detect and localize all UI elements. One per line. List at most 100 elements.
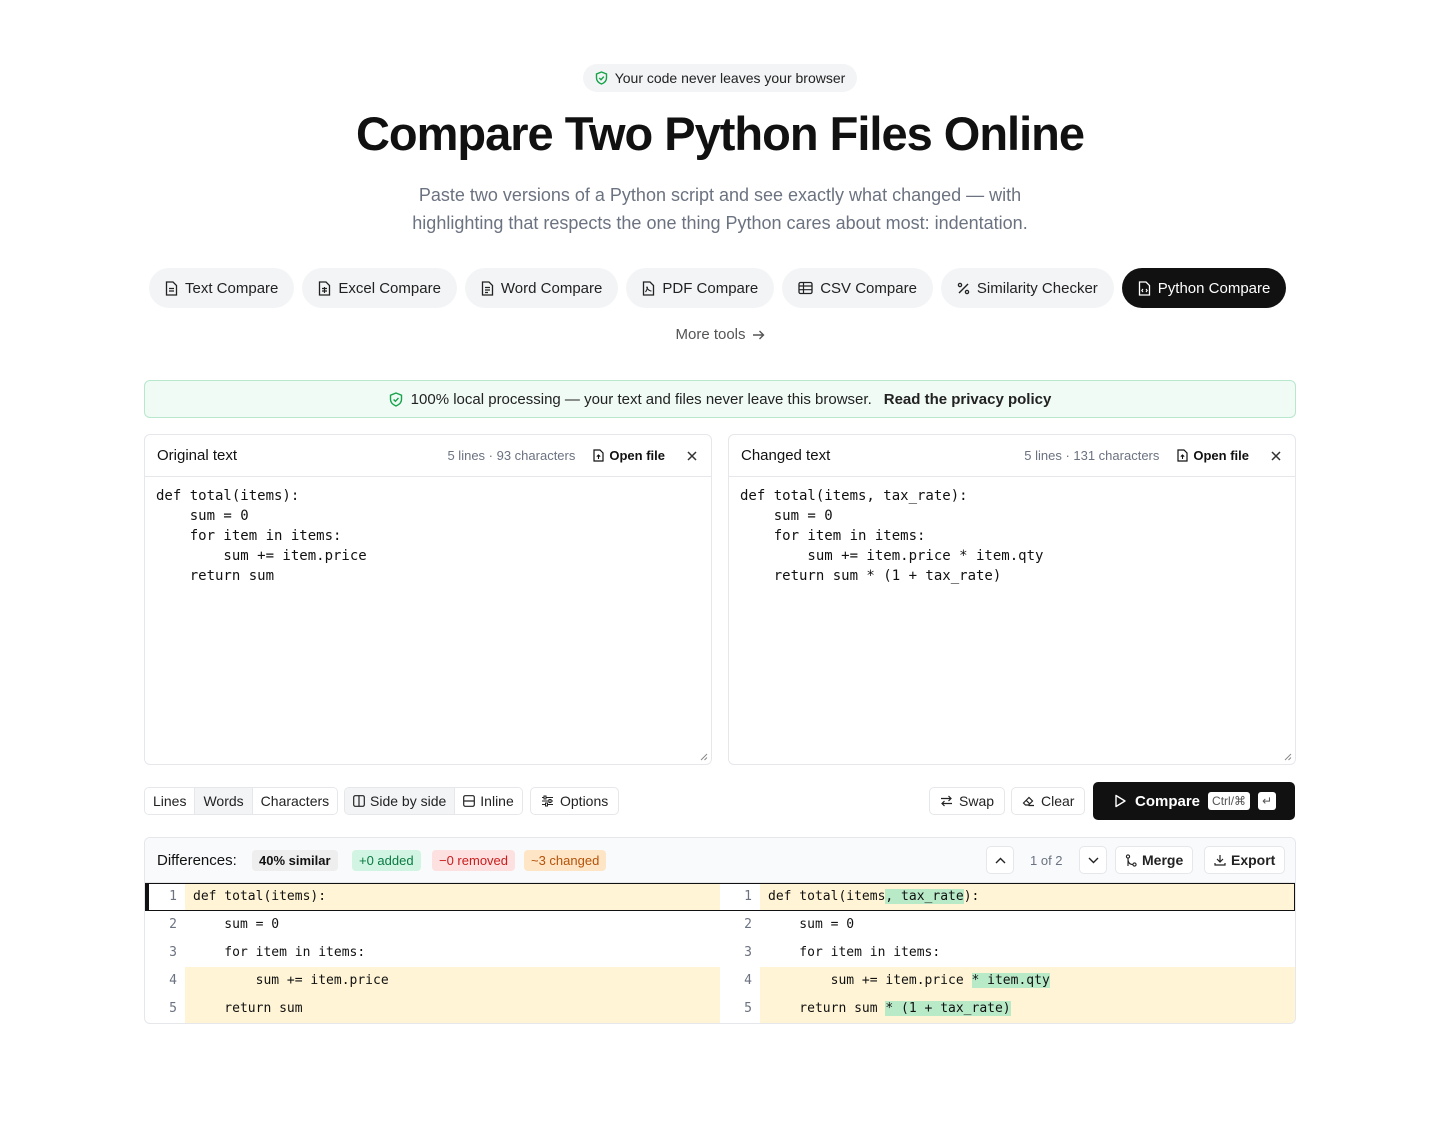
- line-text: return sum * (1 + tax_rate): [760, 995, 1295, 1023]
- file-spreadsheet-icon: [318, 280, 331, 296]
- diff-body: 1 def total(items): 2 sum = 03 for item in…: [145, 883, 1295, 1023]
- next-change-button[interactable]: [1079, 846, 1107, 874]
- line-text: sum = 0: [760, 911, 1295, 939]
- removed-badge: −0 removed: [432, 850, 516, 871]
- page-title: Compare Two Python Files Online: [355, 107, 1085, 160]
- tool-excel-compare[interactable]: Excel Compare: [302, 268, 457, 308]
- granularity-words[interactable]: Words: [195, 788, 253, 814]
- line-number: 2: [744, 917, 752, 932]
- line-text: def total(items):: [185, 883, 720, 911]
- open-file-label: Open file: [1193, 448, 1249, 463]
- line-number: 5: [744, 1001, 752, 1016]
- columns-icon: [353, 795, 365, 807]
- similarity-badge: 40% similar: [252, 850, 338, 871]
- badge-text: Your code never leaves your browser: [614, 70, 846, 86]
- shield-check-icon: [595, 71, 608, 85]
- open-file-button[interactable]: Open file: [593, 448, 665, 463]
- tool-label: PDF Compare: [662, 279, 759, 297]
- line-number: 5: [169, 1001, 177, 1016]
- granularity-characters[interactable]: Characters: [252, 788, 338, 814]
- line-text: sum += item.price: [185, 967, 720, 995]
- inserted-text: * item.qty: [971, 973, 1050, 988]
- original-panel: Original text 5 lines · 93 characters Op…: [144, 434, 712, 765]
- arrow-right-icon: [752, 329, 765, 341]
- privacy-text: 100% local processing — your text and fi…: [410, 390, 872, 408]
- diff-label: Differences:: [157, 852, 237, 869]
- view-inline[interactable]: Inline: [455, 788, 522, 814]
- line-segment: sum += item.price: [768, 973, 972, 988]
- privacy-notice: 100% local processing — your text and fi…: [144, 380, 1296, 418]
- right-diff-row: 4 sum += item.price * item.qty: [720, 967, 1295, 995]
- changed-badge: ~3 changed: [524, 850, 607, 871]
- merge-button[interactable]: Merge: [1115, 846, 1194, 874]
- granularity-lines[interactable]: Lines: [145, 788, 196, 814]
- enter-key-icon: ↵: [1258, 792, 1277, 810]
- merge-label: Merge: [1142, 852, 1184, 868]
- line-number: 1: [169, 889, 177, 904]
- diff-header: Differences: 40% similar +0 added −0 rem…: [145, 838, 1295, 883]
- line-number: 1: [744, 889, 752, 904]
- clear-label: Clear: [1041, 793, 1075, 809]
- options-button[interactable]: Options: [530, 787, 620, 815]
- diff-result: Differences: 40% similar +0 added −0 rem…: [144, 837, 1296, 1024]
- line-segment: sum = 0: [768, 917, 855, 932]
- left-diff-row: 5 return sum: [145, 995, 720, 1023]
- line-number: 3: [744, 945, 752, 960]
- line-number: 4: [744, 973, 752, 988]
- line-text: def total(items, tax_rate):: [760, 883, 1295, 911]
- resize-handle-icon[interactable]: [700, 753, 708, 761]
- line-segment: for item in items:: [768, 945, 941, 960]
- changed-textarea[interactable]: def total(items, tax_rate): sum = 0 for …: [729, 477, 1295, 595]
- open-file-button[interactable]: Open file: [1177, 448, 1249, 463]
- original-textarea[interactable]: def total(items): sum = 0 for item in it…: [145, 477, 711, 595]
- original-panel-header: Original text 5 lines · 93 characters Op…: [145, 435, 711, 477]
- line-segment: def total(items: [768, 889, 886, 904]
- compare-label: Compare: [1135, 792, 1201, 810]
- tool-text-compare[interactable]: Text Compare: [149, 268, 295, 308]
- swap-button[interactable]: Swap: [929, 787, 1006, 815]
- left-diff-row: 4 sum += item.price: [145, 967, 720, 995]
- export-button[interactable]: Export: [1204, 846, 1286, 874]
- tool-pdf-compare[interactable]: PDF Compare: [626, 268, 775, 308]
- privacy-policy-link[interactable]: Read the privacy policy: [884, 391, 1052, 408]
- resize-handle-icon[interactable]: [1284, 753, 1292, 761]
- rows-icon: [463, 795, 476, 807]
- sliders-icon: [541, 795, 554, 807]
- tool-nav: Text Compare Excel Compare Word Compare …: [149, 268, 1287, 308]
- file-upload-icon: [593, 449, 604, 462]
- swap-label: Swap: [959, 793, 995, 809]
- line-text: for item in items:: [760, 939, 1295, 967]
- right-diff-row: 2 sum = 0: [720, 911, 1295, 939]
- privacy-badge: Your code never leaves your browser: [583, 64, 857, 92]
- subtitle-line-2: highlighting that respects the one thing…: [412, 213, 1028, 233]
- line-number: 4: [169, 973, 177, 988]
- clear-button[interactable]: Clear: [1011, 787, 1086, 815]
- compare-button[interactable]: Compare Ctrl/⌘ ↵: [1093, 782, 1295, 820]
- line-segment: for item in items:: [193, 945, 366, 960]
- table-icon: [798, 281, 813, 295]
- more-tools-label: More tools: [675, 326, 746, 343]
- more-tools-link[interactable]: More tools: [0, 326, 1440, 343]
- close-icon[interactable]: [1269, 449, 1283, 463]
- tool-label: Excel Compare: [338, 279, 441, 297]
- changed-panel: Changed text 5 lines · 131 characters Op…: [728, 434, 1296, 765]
- close-icon[interactable]: [685, 449, 699, 463]
- inserted-text: , tax_rate: [885, 889, 964, 904]
- view-inline-label: Inline: [480, 793, 514, 809]
- previous-change-button[interactable]: [986, 846, 1014, 874]
- tool-word-compare[interactable]: Word Compare: [464, 268, 619, 308]
- added-badge: +0 added: [352, 850, 421, 871]
- view-side-by-side[interactable]: Side by side: [345, 788, 456, 814]
- original-title: Original text: [157, 447, 238, 464]
- tool-csv-compare[interactable]: CSV Compare: [782, 268, 933, 308]
- changed-title: Changed text: [741, 447, 831, 464]
- tool-similarity-checker[interactable]: Similarity Checker: [940, 268, 1114, 308]
- view-toggle: Side by side Inline: [344, 787, 523, 815]
- changed-meta: 5 lines · 131 characters: [1024, 448, 1160, 463]
- left-diff-row: 1 def total(items):: [145, 883, 720, 911]
- left-diff-row: 2 sum = 0: [145, 911, 720, 939]
- swap-icon: [940, 795, 953, 807]
- shield-check-icon: [389, 391, 403, 407]
- tool-python-compare[interactable]: Python Compare: [1121, 268, 1287, 308]
- line-text: for item in items:: [185, 939, 720, 967]
